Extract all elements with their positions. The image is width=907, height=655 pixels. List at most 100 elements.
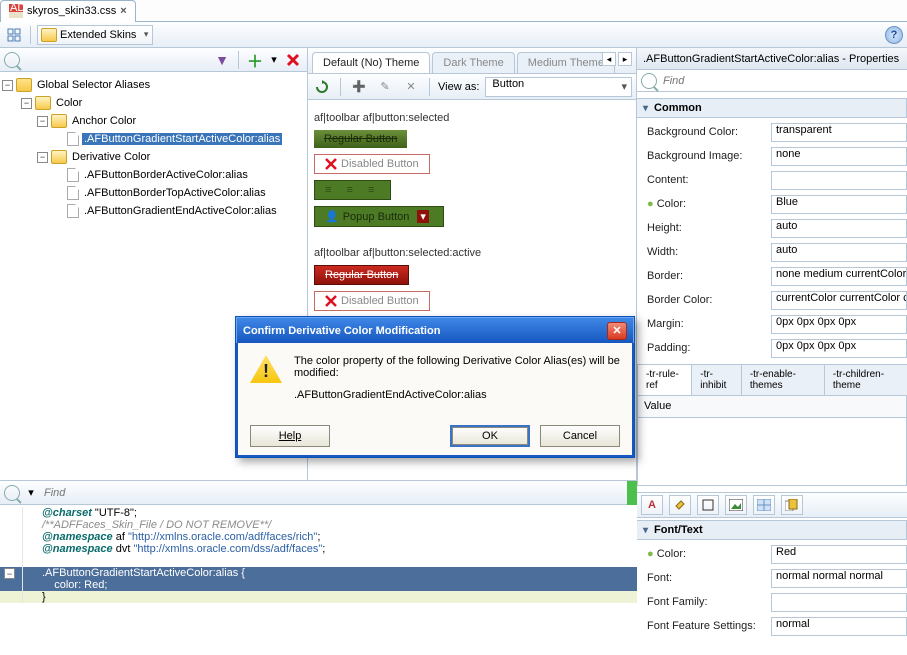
property-row: Background Color:transparent [637, 120, 907, 144]
tab-tr-children-theme[interactable]: -tr-children-theme [824, 364, 907, 395]
palette-copy-icon[interactable] [781, 495, 803, 515]
property-value-input[interactable]: 0px 0px 0px 0px [771, 315, 907, 334]
delete-icon[interactable] [283, 50, 303, 70]
property-value-input[interactable]: normal [771, 617, 907, 636]
help-button[interactable]: Help [250, 425, 330, 447]
tree-leaf[interactable]: .AFButtonGradientEndActiveColor:alias [2, 202, 305, 220]
property-value-input[interactable] [771, 593, 907, 612]
tab-medium-theme[interactable]: Medium Theme [517, 52, 615, 73]
dialog-item: .AFButtonGradientEndActiveColor:alias [294, 389, 620, 401]
property-value-input[interactable]: none medium currentColor [771, 267, 907, 286]
property-value-input[interactable]: auto [771, 243, 907, 262]
tab-dark-theme[interactable]: Dark Theme [432, 52, 514, 73]
preview-toolbar: ➕ ✎ ✕ View as: Button [308, 74, 636, 100]
palette-image-icon[interactable] [725, 495, 747, 515]
property-value-input[interactable]: auto [771, 219, 907, 238]
close-icon[interactable]: × [120, 5, 126, 17]
palette-box-icon[interactable] [697, 495, 719, 515]
preview-disabled-button: Disabled Button [314, 154, 430, 174]
help-icon[interactable]: ? [885, 26, 903, 44]
person-icon: 👤 [325, 210, 339, 223]
property-value-input[interactable]: 0px 0px 0px 0px [771, 339, 907, 358]
tree-root[interactable]: − Global Selector Aliases [2, 76, 305, 94]
property-label: Background Image: [647, 150, 767, 162]
property-row: Content: [637, 168, 907, 192]
expander-icon[interactable]: − [37, 116, 48, 127]
tab-tr-rule-ref[interactable]: -tr-rule-ref [637, 364, 692, 395]
separator [30, 26, 31, 44]
search-icon [4, 52, 20, 68]
property-label: Content: [647, 174, 767, 186]
property-value-input[interactable]: transparent [771, 123, 907, 142]
scroll-right-icon[interactable]: ▸ [618, 52, 632, 66]
expander-icon[interactable]: − [21, 98, 32, 109]
remove-icon[interactable]: ✕ [401, 77, 421, 97]
properties-find-input[interactable] [661, 72, 903, 90]
selector-heading: af|toolbar af|button:selected [314, 112, 630, 124]
css-file-icon [67, 186, 79, 200]
link-icon[interactable]: ➕ [349, 77, 369, 97]
dropdown-arrow-icon[interactable]: ▾ [269, 50, 279, 70]
palette-fill-icon[interactable] [669, 495, 691, 515]
view-as-select[interactable]: Button [485, 77, 632, 97]
scroll-left-icon[interactable]: ◂ [602, 52, 616, 66]
property-value-input[interactable] [771, 171, 907, 190]
tree-label: .AFButtonBorderActiveColor:alias [82, 169, 250, 181]
folder-icon [16, 78, 32, 92]
expander-icon[interactable]: − [37, 152, 48, 163]
tab-tr-enable-themes[interactable]: -tr-enable-themes [741, 364, 825, 395]
view-as-label: View as: [438, 81, 479, 93]
dropdown-arrow-icon[interactable]: ▾ [26, 483, 36, 503]
tab-default-theme[interactable]: Default (No) Theme [312, 52, 430, 73]
folder-open-icon [35, 96, 51, 110]
preview-disabled-button: Disabled Button [314, 291, 430, 311]
source-pane: ▾ @charset "UTF-8"; /**ADFFaces_Skin_Fil… [0, 480, 637, 655]
folder-open-icon [51, 114, 67, 128]
refresh-icon[interactable] [312, 77, 332, 97]
preview-regular-button: Regular Button [314, 265, 409, 285]
property-label: Width: [647, 246, 767, 258]
property-value-input[interactable]: Red [771, 545, 907, 564]
property-row: Width: auto [637, 240, 907, 264]
tree-node-color[interactable]: − Color [2, 94, 305, 112]
close-icon[interactable]: ✕ [607, 322, 627, 340]
preview-stacked-button: ≡ ≡ ≡ [314, 180, 391, 200]
filter-icon[interactable]: ▼ [212, 50, 232, 70]
property-value-input[interactable]: normal normal normal [771, 569, 907, 588]
palette-a-icon[interactable]: A [641, 495, 663, 515]
section-fonttext[interactable]: Font/Text [637, 520, 907, 540]
tree-node-derivative[interactable]: − Derivative Color [2, 148, 305, 166]
property-label: Height: [647, 222, 767, 234]
properties-header: .AFButtonGradientStartActiveColor:alias … [637, 48, 907, 70]
grid-view-icon[interactable] [4, 25, 24, 45]
dialog-titlebar[interactable]: Confirm Derivative Color Modification ✕ [236, 317, 634, 343]
palette-grid-icon[interactable] [753, 495, 775, 515]
cancel-button[interactable]: Cancel [540, 425, 620, 447]
property-row: Font Family: [637, 590, 907, 614]
extended-skins-dropdown[interactable]: Extended Skins [37, 25, 153, 45]
selector-search-bar: ▼ ＋ ▾ [0, 48, 307, 72]
tab-tr-inhibit[interactable]: -tr-inhibit [691, 364, 742, 395]
expander-icon[interactable]: − [2, 80, 13, 91]
file-tab[interactable]: ADF skyros_skin33.css × [0, 0, 136, 22]
tree-leaf-anchor-item[interactable]: .AFButtonGradientStartActiveColor:alias [2, 130, 305, 148]
property-row: Padding:0px 0px 0px 0px [637, 336, 907, 360]
property-label: Color: [647, 198, 767, 210]
code-find-input[interactable] [42, 484, 633, 502]
add-icon[interactable]: ＋ [245, 50, 265, 70]
selector-search-input[interactable] [24, 51, 208, 69]
property-value-input[interactable]: Blue [771, 195, 907, 214]
property-value-input[interactable]: currentColor currentColor currentColor c… [771, 291, 907, 310]
tree-leaf[interactable]: .AFButtonBorderActiveColor:alias [2, 166, 305, 184]
property-value-input[interactable]: none [771, 147, 907, 166]
code-editor[interactable]: @charset "UTF-8"; /**ADFFaces_Skin_File … [0, 505, 637, 655]
tree-leaf[interactable]: .AFButtonBorderTopActiveColor:alias [2, 184, 305, 202]
extended-skins-label: Extended Skins [60, 29, 136, 41]
section-common[interactable]: Common [637, 98, 907, 118]
property-row: Color:Red [637, 542, 907, 566]
ok-button[interactable]: OK [450, 425, 530, 447]
tree-label: Global Selector Aliases [35, 79, 152, 91]
fold-icon[interactable]: − [4, 568, 15, 579]
edit-icon[interactable]: ✎ [375, 77, 395, 97]
tree-node-anchor[interactable]: − Anchor Color [2, 112, 305, 130]
